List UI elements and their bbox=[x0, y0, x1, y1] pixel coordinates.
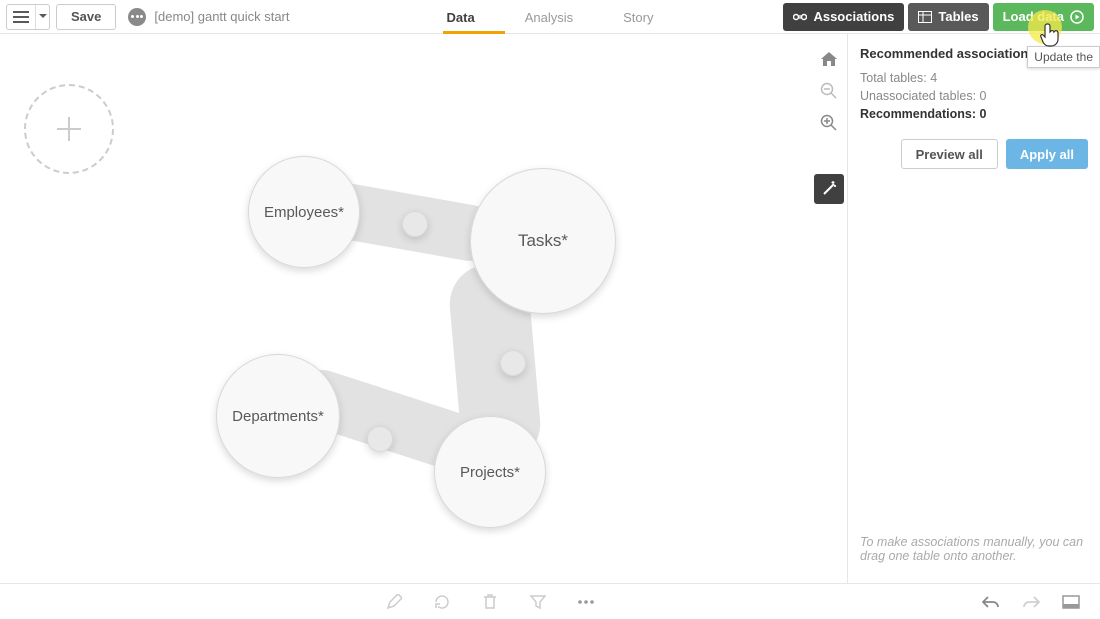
app-icon bbox=[128, 8, 146, 26]
apply-all-button[interactable]: Apply all bbox=[1006, 139, 1088, 169]
recommendations-line: Recommendations: 0 bbox=[860, 107, 1088, 121]
home-icon[interactable] bbox=[818, 48, 840, 70]
refresh-icon[interactable] bbox=[431, 591, 453, 613]
preview-all-button[interactable]: Preview all bbox=[901, 139, 998, 169]
save-button[interactable]: Save bbox=[56, 4, 116, 30]
join-node[interactable] bbox=[367, 426, 393, 452]
table-bubble-tasks[interactable]: Tasks* bbox=[470, 168, 616, 314]
tab-story[interactable]: Story bbox=[623, 0, 653, 34]
undo-icon[interactable] bbox=[980, 591, 1002, 613]
table-bubble-projects[interactable]: Projects* bbox=[434, 416, 546, 528]
tab-analysis[interactable]: Analysis bbox=[525, 0, 573, 34]
add-table-bubble[interactable] bbox=[24, 84, 114, 174]
tables-label: Tables bbox=[938, 9, 978, 24]
app-name-label: [demo] gantt quick start bbox=[128, 8, 289, 26]
panel-hint: To make associations manually, you can d… bbox=[860, 535, 1088, 563]
delete-icon[interactable] bbox=[479, 591, 501, 613]
chevron-down-icon bbox=[35, 5, 49, 29]
associations-label: Associations bbox=[813, 9, 894, 24]
magic-wand-icon[interactable] bbox=[814, 174, 844, 204]
canvas-tools bbox=[811, 34, 847, 583]
panel-toggle-icon[interactable] bbox=[1060, 591, 1082, 613]
play-circle-icon bbox=[1070, 10, 1084, 24]
associations-icon bbox=[793, 10, 807, 24]
zoom-out-icon[interactable] bbox=[818, 80, 840, 102]
unassociated-tables-line: Unassociated tables: 0 bbox=[860, 89, 1088, 103]
app-name-text: [demo] gantt quick start bbox=[154, 9, 289, 24]
table-bubble-employees[interactable]: Employees* bbox=[248, 156, 360, 268]
join-node[interactable] bbox=[500, 350, 526, 376]
redo-icon[interactable] bbox=[1020, 591, 1042, 613]
recommendations-panel: ✕ Recommended associations Total tables:… bbox=[847, 34, 1100, 583]
top-bar: Save [demo] gantt quick start Data Analy… bbox=[0, 0, 1100, 34]
hamburger-icon bbox=[7, 5, 35, 29]
bottom-bar bbox=[0, 583, 1100, 619]
menu-dropdown[interactable] bbox=[6, 4, 50, 30]
association-canvas[interactable]: Employees* Tasks* Departments* Projects* bbox=[0, 34, 811, 583]
filter-icon[interactable] bbox=[527, 591, 549, 613]
tables-button[interactable]: Tables bbox=[908, 3, 988, 31]
table-bubble-departments[interactable]: Departments* bbox=[216, 354, 340, 478]
edit-icon[interactable] bbox=[383, 591, 405, 613]
tab-data[interactable]: Data bbox=[447, 0, 475, 34]
more-icon[interactable] bbox=[575, 591, 597, 613]
cursor-highlight bbox=[1028, 10, 1062, 44]
total-tables-line: Total tables: 4 bbox=[860, 71, 1088, 85]
load-data-tooltip: Update the bbox=[1027, 46, 1100, 68]
zoom-in-icon[interactable] bbox=[818, 112, 840, 134]
associations-button[interactable]: Associations bbox=[783, 3, 904, 31]
tables-icon bbox=[918, 11, 932, 23]
join-node[interactable] bbox=[402, 211, 428, 237]
